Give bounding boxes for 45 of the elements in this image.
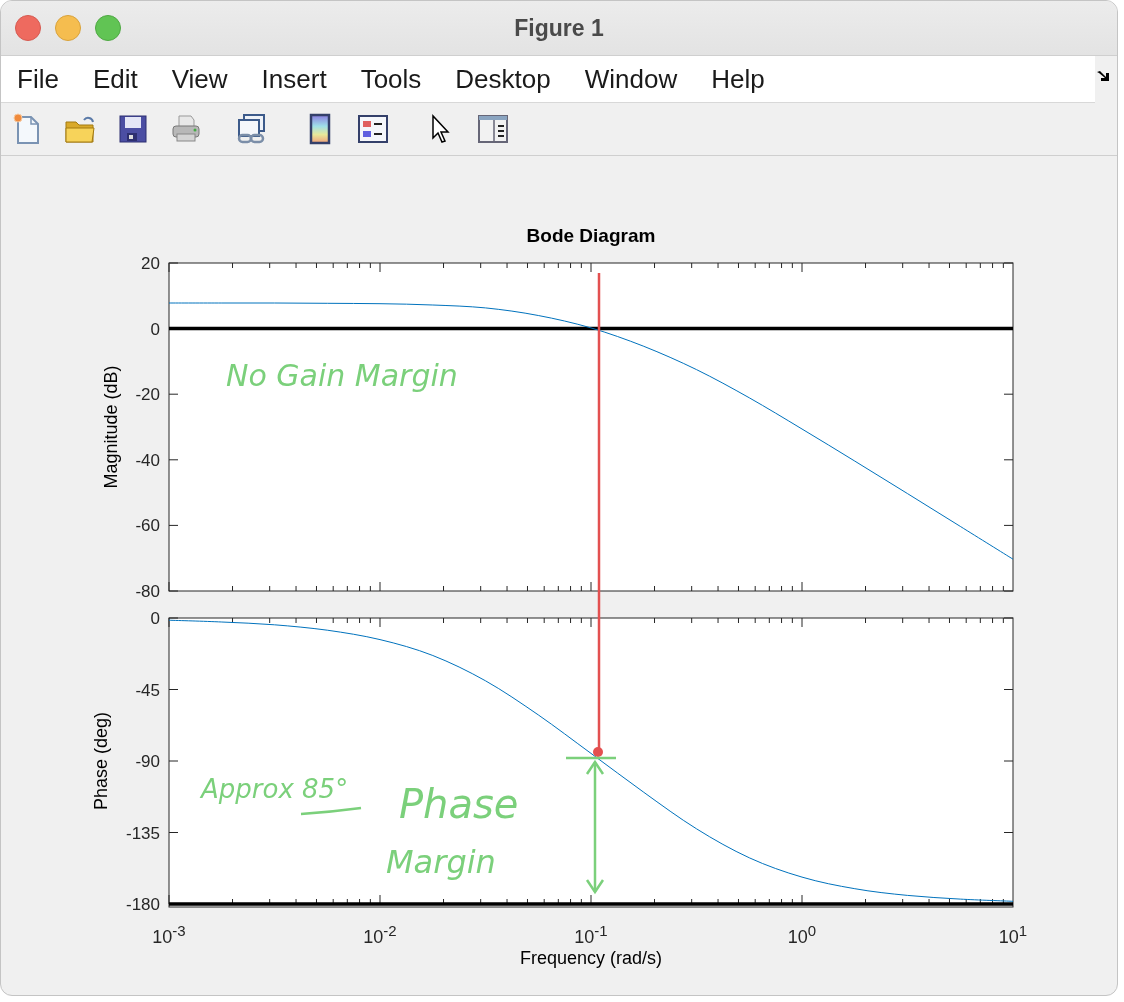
menu-item[interactable]: Desktop: [443, 60, 563, 98]
handwritten-note: Margin: [386, 846, 496, 878]
legend-icon: [357, 114, 389, 144]
axis-label: Phase (deg): [92, 711, 110, 811]
dock-icon[interactable]: [1096, 70, 1110, 82]
window-title: Figure 1: [514, 14, 604, 41]
colorbar-icon: [309, 113, 331, 145]
tick-label: 10$^{-3}$: [152, 922, 186, 946]
folder-icon: [64, 114, 96, 144]
tick-label: -135: [125, 824, 160, 841]
handwritten-note: Phase: [399, 784, 519, 824]
chart-title: Bode Diagram: [526, 226, 656, 245]
handwritten-note: Approx 85°: [201, 776, 349, 802]
menu-item[interactable]: Tools: [348, 60, 434, 98]
tick-label: 0: [150, 609, 160, 627]
new-file-icon: [12, 113, 42, 145]
tick-label: -180: [125, 895, 160, 913]
menu-item[interactable]: Window: [572, 60, 690, 98]
crossover-marker: [593, 747, 603, 757]
tick-label: 10$^{1}$: [998, 922, 1028, 946]
menu-item[interactable]: Help: [699, 60, 777, 98]
tick-label: -20: [135, 385, 160, 403]
tick-label: 10$^{-1}$: [574, 922, 608, 946]
pointer-icon: [430, 114, 450, 144]
axis-label: Magnitude (dB): [102, 365, 120, 489]
close-button[interactable]: [15, 15, 41, 41]
tick-label: -60: [135, 516, 160, 534]
menu-item[interactable]: Insert: [249, 60, 339, 98]
handwritten-note: No Gain Margin: [226, 361, 458, 391]
tick-label: 10$^{0}$: [787, 922, 817, 946]
tick-label: -45: [135, 681, 160, 698]
underline-stroke: [300, 806, 362, 816]
menu-item[interactable]: View: [159, 60, 240, 98]
axis-label: Frequency (rad/s): [519, 949, 663, 967]
tick-label: -90: [135, 752, 160, 770]
tick-label: 20: [141, 254, 160, 272]
tick-label: 0: [150, 320, 160, 338]
menu-item[interactable]: File: [5, 60, 71, 98]
property-panel-icon: [477, 114, 509, 144]
printer-icon: [170, 114, 202, 144]
phase-level-line: [566, 756, 616, 760]
tick-label: -40: [135, 451, 160, 469]
tick-label: -80: [135, 582, 160, 600]
tick-label: 10$^{-2}$: [363, 922, 397, 946]
menu-item[interactable]: Edit: [80, 60, 150, 98]
